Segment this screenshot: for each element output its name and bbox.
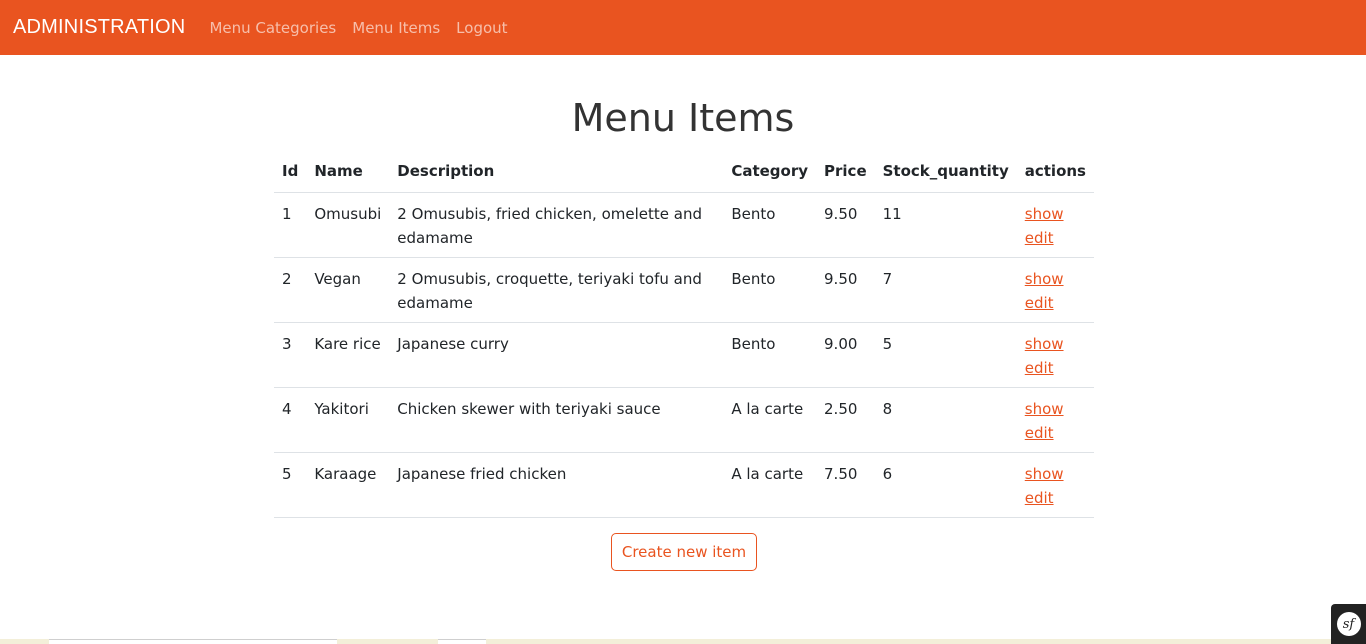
cell-description: Japanese curry bbox=[389, 322, 724, 388]
header-category: Category bbox=[723, 151, 817, 193]
nav-link-menu-categories[interactable]: Menu Categories bbox=[209, 19, 336, 37]
cell-id: 5 bbox=[274, 452, 307, 518]
cell-actions: show edit bbox=[1016, 452, 1094, 518]
cell-price: 7.50 bbox=[816, 452, 875, 518]
brand-link[interactable]: ADMINISTRATION bbox=[13, 16, 185, 39]
edit-link[interactable]: edit bbox=[1025, 356, 1086, 380]
cell-id: 3 bbox=[274, 322, 307, 388]
show-link[interactable]: show bbox=[1025, 462, 1086, 486]
cell-description: 2 Omusubis, fried chicken, omelette and … bbox=[389, 192, 724, 258]
top-navbar: ADMINISTRATION Menu Categories Menu Item… bbox=[0, 0, 1366, 55]
show-link[interactable]: show bbox=[1025, 397, 1086, 421]
show-link[interactable]: show bbox=[1025, 202, 1086, 226]
page-title: Menu Items bbox=[571, 96, 795, 140]
bottom-strip bbox=[0, 639, 1366, 644]
nav-link-logout[interactable]: Logout bbox=[456, 19, 507, 37]
cell-category: Bento bbox=[723, 192, 817, 258]
cell-category: Bento bbox=[723, 322, 817, 388]
cell-stock: 5 bbox=[874, 322, 1017, 388]
cell-id: 1 bbox=[274, 192, 307, 258]
cell-actions: show edit bbox=[1016, 257, 1094, 323]
header-description: Description bbox=[389, 151, 724, 193]
cell-actions: show edit bbox=[1016, 322, 1094, 388]
cell-description: Chicken skewer with teriyaki sauce bbox=[389, 387, 724, 453]
edit-link[interactable]: edit bbox=[1025, 291, 1086, 315]
cell-actions: show edit bbox=[1016, 387, 1094, 453]
table-row: 1 Omusubi 2 Omusubis, fried chicken, ome… bbox=[274, 192, 1094, 258]
cell-name: Vegan bbox=[306, 257, 390, 323]
cell-price: 9.50 bbox=[816, 192, 875, 258]
cell-description: 2 Omusubis, croquette, teriyaki tofu and… bbox=[389, 257, 724, 323]
header-price: Price bbox=[816, 151, 875, 193]
cell-price: 9.00 bbox=[816, 322, 875, 388]
debug-toolbar-toggle[interactable]: sf bbox=[1331, 604, 1366, 644]
symfony-logo-icon: sf bbox=[1336, 612, 1361, 636]
cell-name: Yakitori bbox=[306, 387, 390, 453]
cell-price: 9.50 bbox=[816, 257, 875, 323]
cell-price: 2.50 bbox=[816, 387, 875, 453]
cell-name: Omusubi bbox=[306, 192, 390, 258]
nav-link-menu-items[interactable]: Menu Items bbox=[352, 19, 440, 37]
cell-stock: 11 bbox=[874, 192, 1017, 258]
header-id: Id bbox=[274, 151, 307, 193]
cell-stock: 7 bbox=[874, 257, 1017, 323]
cell-stock: 6 bbox=[874, 452, 1017, 518]
bottom-strip-segment bbox=[438, 639, 486, 644]
table-row: 2 Vegan 2 Omusubis, croquette, teriyaki … bbox=[274, 257, 1094, 323]
menu-items-table: Id Name Description Category Price Stock… bbox=[274, 151, 1094, 518]
create-new-item-button[interactable]: Create new item bbox=[611, 533, 757, 571]
header-actions: actions bbox=[1016, 151, 1094, 193]
cell-stock: 8 bbox=[874, 387, 1017, 453]
show-link[interactable]: show bbox=[1025, 332, 1086, 356]
show-link[interactable]: show bbox=[1025, 267, 1086, 291]
cell-name: Kare rice bbox=[306, 322, 390, 388]
cell-category: A la carte bbox=[723, 452, 817, 518]
table-header-row: Id Name Description Category Price Stock… bbox=[274, 151, 1094, 193]
header-stock-quantity: Stock_quantity bbox=[874, 151, 1017, 193]
table-row: 4 Yakitori Chicken skewer with teriyaki … bbox=[274, 387, 1094, 453]
table-row: 3 Kare rice Japanese curry Bento 9.00 5 … bbox=[274, 322, 1094, 388]
edit-link[interactable]: edit bbox=[1025, 486, 1086, 510]
header-name: Name bbox=[306, 151, 390, 193]
table-row: 5 Karaage Japanese fried chicken A la ca… bbox=[274, 452, 1094, 518]
bottom-strip-segment bbox=[49, 639, 337, 644]
cell-name: Karaage bbox=[306, 452, 390, 518]
cell-actions: show edit bbox=[1016, 192, 1094, 258]
edit-link[interactable]: edit bbox=[1025, 421, 1086, 445]
cell-category: Bento bbox=[723, 257, 817, 323]
cell-category: A la carte bbox=[723, 387, 817, 453]
cell-id: 2 bbox=[274, 257, 307, 323]
edit-link[interactable]: edit bbox=[1025, 226, 1086, 250]
cell-description: Japanese fried chicken bbox=[389, 452, 724, 518]
cell-id: 4 bbox=[274, 387, 307, 453]
